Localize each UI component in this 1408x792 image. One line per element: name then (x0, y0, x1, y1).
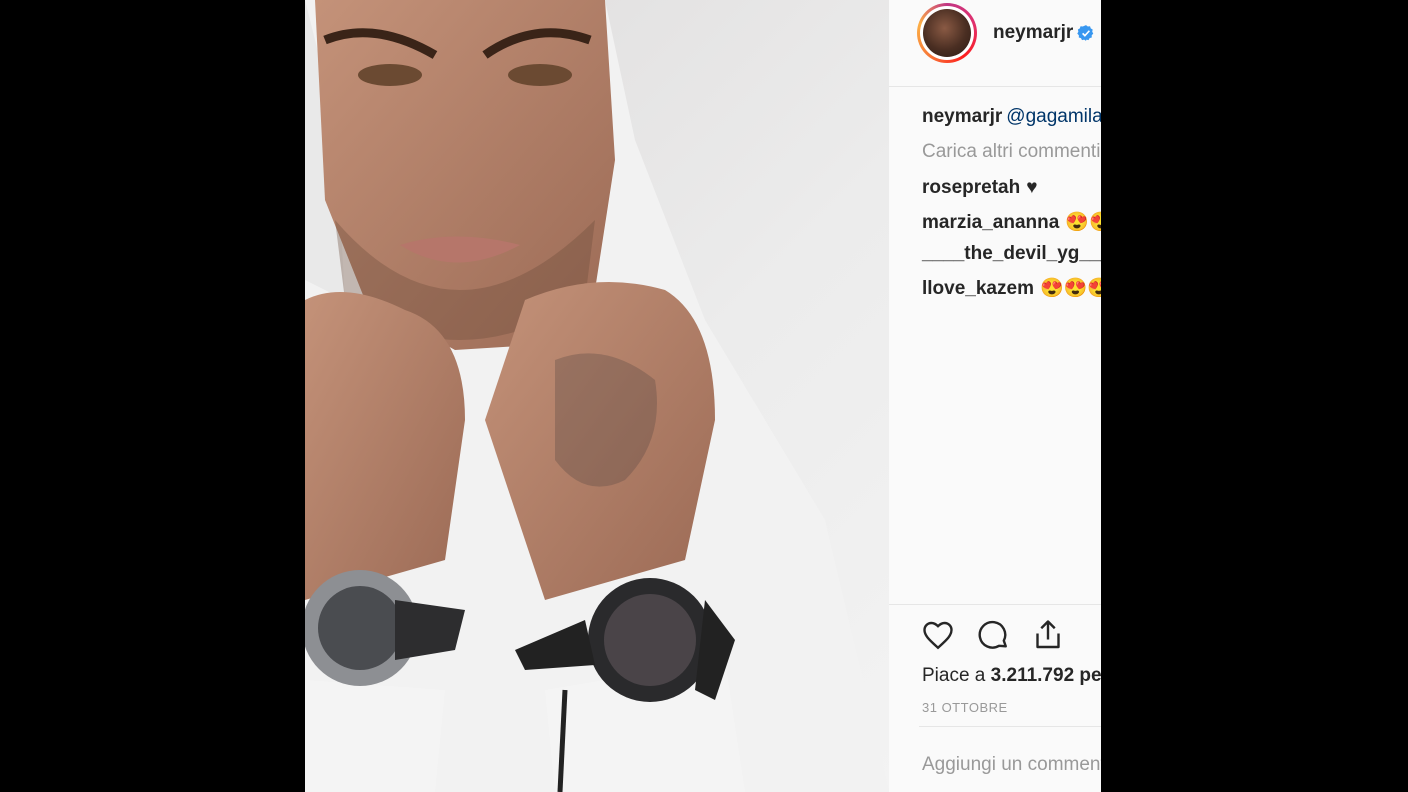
caption-mention[interactable]: @gagamila (1006, 106, 1101, 127)
load-more-comments-button[interactable]: Carica altri commenti (922, 141, 1100, 163)
caption-username[interactable]: neymarjr (922, 106, 1002, 127)
post-header: neymarjr (889, 0, 1101, 87)
comment-username[interactable]: ____the_devil_yg____ (922, 243, 1101, 264)
comment-item: rosepretah ♥ (922, 177, 1037, 199)
post-sidebar: neymarjr neymarjr @gagamila Carica altri … (889, 0, 1101, 792)
add-comment-input[interactable]: Aggiungi un commento... (922, 754, 1101, 776)
divider (889, 604, 1101, 605)
post-date: 31 OTTOBRE (922, 700, 1008, 715)
comment-item: llove_kazem 😍😍😍 (922, 276, 1101, 300)
comment-username[interactable]: rosepretah (922, 177, 1020, 198)
verified-badge-icon (1077, 25, 1094, 41)
avatar[interactable] (917, 3, 977, 63)
post-photo-illustration (305, 0, 889, 792)
comment-text: 😍😍😍 (1039, 278, 1101, 299)
share-icon[interactable] (1030, 616, 1066, 654)
comment-icon[interactable] (975, 616, 1011, 654)
heart-icon[interactable] (920, 616, 956, 654)
comment-username[interactable]: marzia_ananna (922, 212, 1059, 233)
comment-username[interactable]: llove_kazem (922, 278, 1034, 299)
caption: neymarjr @gagamila (922, 106, 1101, 128)
comment-item: marzia_ananna 😍😍 (922, 210, 1101, 234)
comment-text: ♥ (1026, 177, 1038, 198)
comment-item: ____the_devil_yg____ (922, 243, 1101, 265)
header-username[interactable]: neymarjr (993, 22, 1073, 44)
likes-count[interactable]: Piace a 3.211.792 persone (922, 665, 1101, 687)
post-photo[interactable] (305, 0, 889, 792)
divider (919, 726, 1101, 727)
comment-text: 😍😍 (1065, 212, 1101, 233)
